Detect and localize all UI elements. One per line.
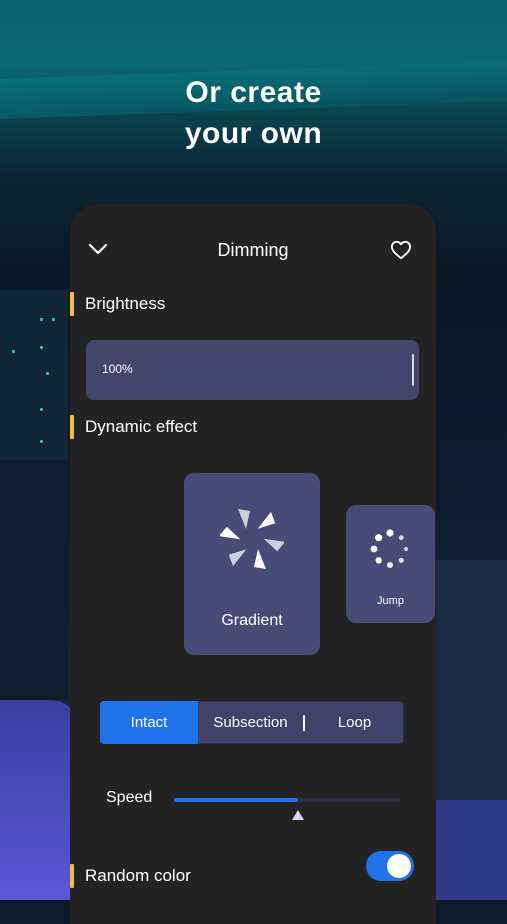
dynamic-effect-section-header: Dynamic effect bbox=[70, 414, 197, 440]
effect-card-gradient[interactable]: Gradient bbox=[184, 473, 320, 655]
dots-spinner-icon bbox=[370, 529, 409, 568]
speed-slider-fill bbox=[174, 798, 299, 802]
dimming-panel: Dimming Brightness 100% Dynamic effect G… bbox=[70, 204, 436, 924]
mode-tabs: Intact Subsection Loop bbox=[100, 701, 404, 744]
brightness-value: 100% bbox=[102, 362, 133, 376]
toggle-knob bbox=[387, 854, 411, 878]
background-sofa bbox=[0, 700, 80, 900]
effect-label: Gradient bbox=[221, 612, 283, 629]
brightness-section-header: Brightness bbox=[70, 291, 165, 317]
section-marker bbox=[70, 292, 74, 316]
random-color-section-header: Random color bbox=[70, 863, 191, 889]
background-light bbox=[46, 372, 49, 375]
effect-card-jump[interactable]: Jump bbox=[346, 505, 435, 623]
tab-intact[interactable]: Intact bbox=[100, 701, 198, 744]
background-light bbox=[12, 350, 15, 353]
tab-loop[interactable]: Loop bbox=[305, 701, 404, 744]
background-building bbox=[0, 290, 68, 460]
hero-title-line: Or create bbox=[185, 76, 322, 109]
brightness-slider[interactable]: 100% bbox=[86, 340, 419, 400]
dynamic-effect-label: Dynamic effect bbox=[85, 417, 198, 436]
heart-icon[interactable] bbox=[390, 240, 412, 260]
section-marker bbox=[70, 864, 74, 888]
background-light bbox=[40, 318, 43, 321]
top-bar: Dimming bbox=[70, 204, 436, 296]
background-light bbox=[40, 346, 43, 349]
effect-label: Jump bbox=[377, 595, 404, 607]
brightness-label: Brightness bbox=[85, 294, 166, 313]
section-marker bbox=[70, 415, 74, 439]
page-title: Dimming bbox=[217, 240, 289, 260]
speed-slider-thumb[interactable] bbox=[292, 810, 305, 820]
tab-subsection[interactable]: Subsection bbox=[198, 701, 303, 744]
hero-title-line: your own bbox=[184, 117, 323, 150]
brightness-handle[interactable] bbox=[412, 354, 414, 386]
background-sofa bbox=[435, 800, 507, 900]
background-light bbox=[40, 440, 43, 443]
background-light bbox=[40, 408, 43, 411]
speed-label: Speed bbox=[106, 789, 153, 806]
random-color-label: Random color bbox=[85, 866, 191, 885]
background-building bbox=[0, 460, 68, 700]
background-light bbox=[52, 318, 55, 321]
hero-title: Or create your own bbox=[0, 72, 507, 154]
pinwheel-icon bbox=[220, 509, 284, 569]
speed-slider[interactable] bbox=[174, 798, 400, 802]
random-color-toggle[interactable] bbox=[366, 851, 414, 881]
